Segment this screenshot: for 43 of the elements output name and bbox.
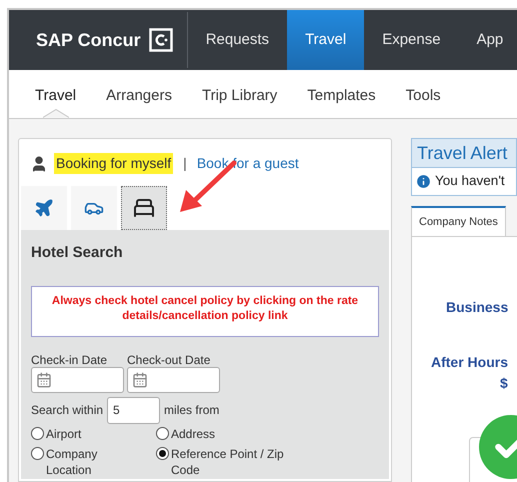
radius-unit: miles from (164, 402, 220, 419)
sub-nav-tab[interactable]: Arrangers (106, 70, 172, 118)
date-field[interactable] (127, 366, 220, 392)
nav-tab[interactable]: Requests (188, 10, 288, 70)
sub-nav-tab[interactable]: Templates (307, 70, 376, 118)
plane-icon (34, 198, 54, 218)
bed-icon (132, 196, 156, 220)
sub-nav-tab[interactable]: Tools (406, 70, 441, 118)
notes-text: After Hours (431, 353, 508, 372)
radio-option[interactable]: Reference Point / Zip Code (156, 446, 316, 478)
person-icon (30, 154, 48, 172)
logo-icon (148, 28, 173, 52)
radio-option[interactable]: Address (156, 426, 316, 442)
alert-message: You haven't (411, 168, 517, 196)
radio-button[interactable] (31, 426, 44, 440)
nav-tab[interactable]: Travel (287, 10, 364, 70)
radio-button[interactable] (156, 446, 169, 460)
info-icon (415, 173, 432, 190)
booking-status: Booking for myself (54, 153, 174, 174)
nav-tab[interactable]: Expense (364, 10, 459, 70)
date-field[interactable] (31, 366, 124, 392)
radio-button[interactable] (156, 426, 169, 440)
nav-tab[interactable]: App (458, 10, 517, 70)
notes-text: Business (446, 298, 508, 317)
radio-option[interactable]: Airport (31, 426, 156, 442)
separator: | (182, 154, 188, 173)
notes-text: $ (500, 374, 508, 393)
policy-notice: Always check hotel cancel policy by clicking on the rate details/cancellation policy link (50, 294, 360, 324)
brand-name: SAP Concur (36, 28, 141, 52)
date-label: Check-in Date (31, 352, 108, 366)
search-type-tab[interactable] (121, 186, 167, 230)
search-within-label: Search within (31, 402, 104, 419)
calendar-icon (36, 372, 52, 388)
sub-nav-tab[interactable]: Travel (35, 70, 76, 118)
date-label: Check-out Date (127, 352, 212, 366)
radio-button[interactable] (31, 446, 44, 460)
calendar-icon (132, 372, 148, 388)
alert-header: Travel Alert (411, 138, 517, 168)
radius-field[interactable]: 5 (107, 396, 160, 424)
panel-title: Hotel Search (31, 243, 124, 263)
notes-tab[interactable]: Company Notes (411, 206, 506, 236)
radio-option[interactable]: Company Location (31, 446, 156, 478)
sub-nav-tab[interactable]: Trip Library (202, 70, 278, 118)
